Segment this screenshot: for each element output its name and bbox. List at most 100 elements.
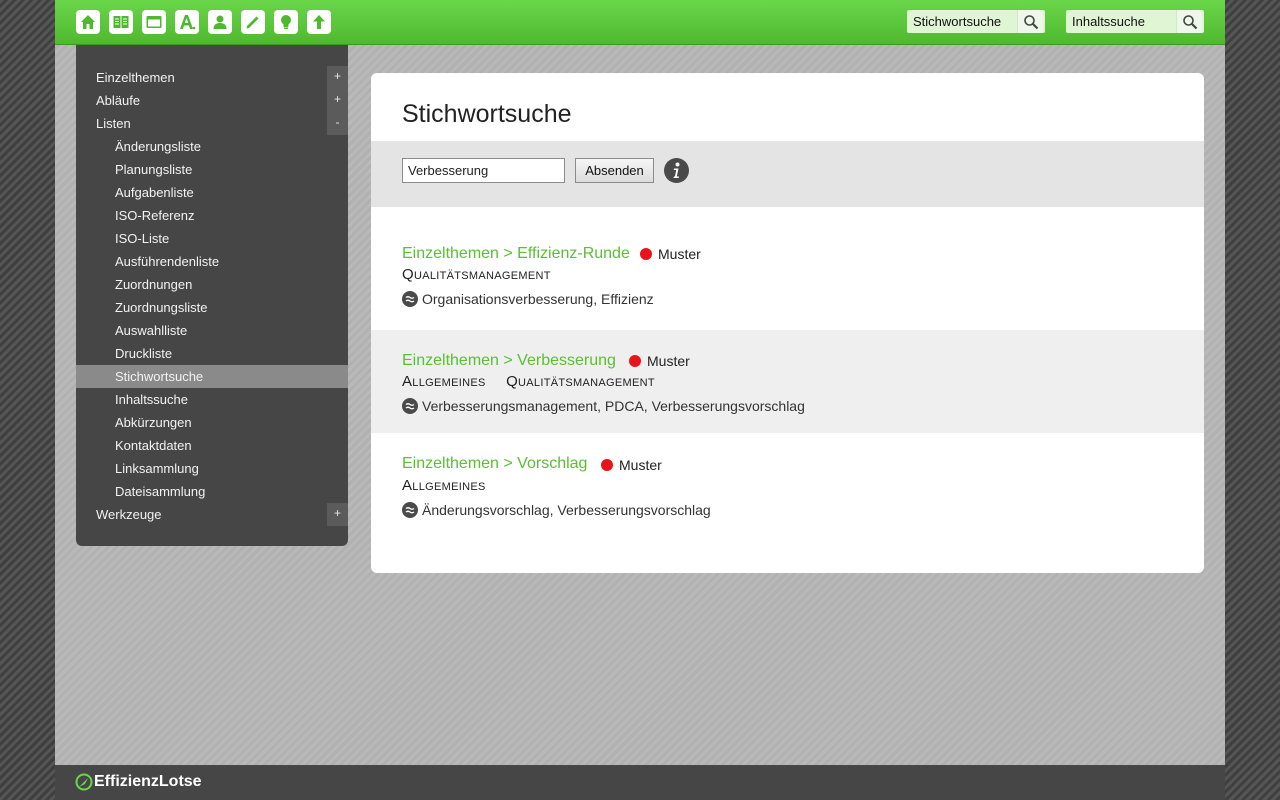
sidebar-item-ausfuehrendenliste[interactable]: Ausführendenliste (76, 250, 348, 273)
top-bar (55, 0, 1225, 45)
result-item: Einzelthemen > Effizienz-Runde Muster Qu… (371, 207, 1204, 330)
sidebar-item-iso-referenz[interactable]: ISO-Referenz (76, 204, 348, 227)
abbreviation-icon[interactable] (175, 10, 199, 34)
result-categories: Allgemeines Qualitätsmanagement (402, 373, 671, 390)
expand-toggle[interactable]: + (327, 89, 348, 112)
sidebar-item-label: Zuordnungsliste (115, 300, 208, 315)
sidebar-item-werkzeuge[interactable]: Werkzeuge + (76, 503, 348, 526)
keyword-approx-icon (402, 502, 418, 518)
keyword-query-input[interactable] (402, 158, 565, 183)
logo[interactable]: EffizienzLotse (75, 773, 202, 791)
page-title: Stichwortsuche (402, 100, 572, 128)
expand-toggle[interactable]: + (327, 66, 348, 89)
logo-text: EffizienzLotse (94, 773, 202, 790)
result-categories: Allgemeines (402, 477, 502, 494)
submit-button[interactable]: Absenden (575, 158, 654, 183)
main-panel: Stichwortsuche Absenden Einzelthemen > E… (371, 73, 1204, 573)
result-keywords: Verbesserungsmanagement, PDCA, Verbesser… (402, 398, 805, 414)
sidebar-item-druckliste[interactable]: Druckliste (76, 342, 348, 365)
expand-toggle[interactable]: + (327, 503, 348, 526)
keyword-search-button[interactable] (1017, 10, 1043, 33)
result-title-link[interactable]: Einzelthemen > Verbesserung (402, 352, 616, 370)
sidebar-item-zuordnungsliste[interactable]: Zuordnungsliste (76, 296, 348, 319)
sidebar-item-label: Abläufe (96, 93, 141, 108)
sidebar-item-aenderungsliste[interactable]: Änderungsliste (76, 135, 348, 158)
magnifier-icon (1023, 14, 1038, 29)
info-icon[interactable] (664, 158, 689, 183)
collapse-toggle[interactable]: - (327, 112, 348, 135)
pencil-icon[interactable] (241, 10, 265, 34)
sidebar-item-dateisammlung[interactable]: Dateisammlung (76, 480, 348, 503)
keyword-approx-icon (402, 291, 418, 307)
user-icon[interactable] (208, 10, 232, 34)
sidebar-item-label: Werkzeuge (96, 507, 162, 522)
sidebar-item-linksammlung[interactable]: Linksammlung (76, 457, 348, 480)
sidebar-item-label: ISO-Liste (115, 231, 170, 246)
content-search-input[interactable] (1066, 10, 1176, 33)
sidebar-item-label: Änderungsliste (115, 139, 201, 154)
arrow-up-icon[interactable] (307, 10, 331, 34)
sidebar-item-label: Ausführendenliste (115, 254, 220, 269)
content-search (1066, 10, 1204, 33)
sidebar-item-label: Aufgabenliste (115, 185, 194, 200)
sidebar-item-auswahlliste[interactable]: Auswahlliste (76, 319, 348, 342)
sidebar-item-label: ISO-Referenz (115, 208, 195, 223)
sidebar-item-einzelthemen[interactable]: Einzelthemen + (76, 66, 348, 89)
result-title-link[interactable]: Einzelthemen > Vorschlag (402, 455, 587, 473)
page: Einzelthemen + Abläufe + Listen - Änderu… (55, 0, 1225, 800)
search-form: Absenden (371, 141, 1204, 207)
footer: EffizienzLotse (55, 765, 1225, 800)
sidebar-item-label: Auswahlliste (115, 323, 188, 338)
home-icon[interactable] (76, 10, 100, 34)
sidebar-item-label: Einzelthemen (96, 70, 175, 85)
status-label: Muster (619, 457, 662, 473)
result-item: Einzelthemen > Verbesserung Muster Allge… (371, 330, 1204, 433)
status-label: Muster (658, 246, 701, 262)
sidebar-item-aufgabenliste[interactable]: Aufgabenliste (76, 181, 348, 204)
status-red-dot-icon (640, 248, 652, 260)
sidebar-item-ablaeufe[interactable]: Abläufe + (76, 89, 348, 112)
status-badge: Muster (640, 246, 701, 262)
status-badge: Muster (629, 353, 690, 369)
sidebar-item-label: Kontaktdaten (115, 438, 192, 453)
sidebar-item-label: Linksammlung (115, 461, 199, 476)
sidebar-item-iso-liste[interactable]: ISO-Liste (76, 227, 348, 250)
sidebar-item-label: Zuordnungen (115, 277, 193, 292)
keyword-approx-icon (402, 398, 418, 414)
magnifier-icon (1182, 14, 1197, 29)
result-item: Einzelthemen > Vorschlag Muster Allgemei… (371, 433, 1204, 573)
keyword-search (907, 10, 1045, 33)
content-search-button[interactable] (1176, 10, 1202, 33)
nav-icon-bar (76, 10, 331, 34)
category-label: Qualitätsmanagement (506, 373, 655, 390)
status-red-dot-icon (629, 355, 641, 367)
lightbulb-icon[interactable] (274, 10, 298, 34)
sidebar-item-label: Druckliste (115, 346, 173, 361)
sidebar-item-label: Dateisammlung (115, 484, 206, 499)
sidebar-item-label: Listen (96, 116, 131, 131)
book-icon[interactable] (109, 10, 133, 34)
sidebar-item-zuordnungen[interactable]: Zuordnungen (76, 273, 348, 296)
sidebar-item-abkuerzungen[interactable]: Abkürzungen (76, 411, 348, 434)
sidebar-item-label: Planungsliste (115, 162, 193, 177)
window-icon[interactable] (142, 10, 166, 34)
sidebar-item-label: Abkürzungen (115, 415, 192, 430)
keyword-list: Änderungsvorschlag, Verbesserungsvorschl… (422, 502, 711, 518)
category-label: Allgemeines (402, 373, 486, 390)
sidebar-item-kontaktdaten[interactable]: Kontaktdaten (76, 434, 348, 457)
status-label: Muster (647, 353, 690, 369)
status-badge: Muster (601, 457, 662, 473)
category-label: Allgemeines (402, 477, 486, 494)
sidebar-item-inhaltssuche[interactable]: Inhaltssuche (76, 388, 348, 411)
keyword-list: Verbesserungsmanagement, PDCA, Verbesser… (422, 398, 805, 414)
sidebar-item-label: Stichwortsuche (115, 369, 204, 384)
result-keywords: Änderungsvorschlag, Verbesserungsvorschl… (402, 502, 711, 518)
keyword-search-input[interactable] (907, 10, 1017, 33)
result-keywords: Organisationsverbesserung, Effizienz (402, 291, 654, 307)
result-title-link[interactable]: Einzelthemen > Effizienz-Runde (402, 245, 630, 263)
sidebar-item-stichwortsuche[interactable]: Stichwortsuche (76, 365, 348, 388)
compass-logo-icon (75, 773, 93, 791)
status-red-dot-icon (601, 459, 613, 471)
sidebar-item-listen[interactable]: Listen - (76, 112, 348, 135)
sidebar-item-planungsliste[interactable]: Planungsliste (76, 158, 348, 181)
